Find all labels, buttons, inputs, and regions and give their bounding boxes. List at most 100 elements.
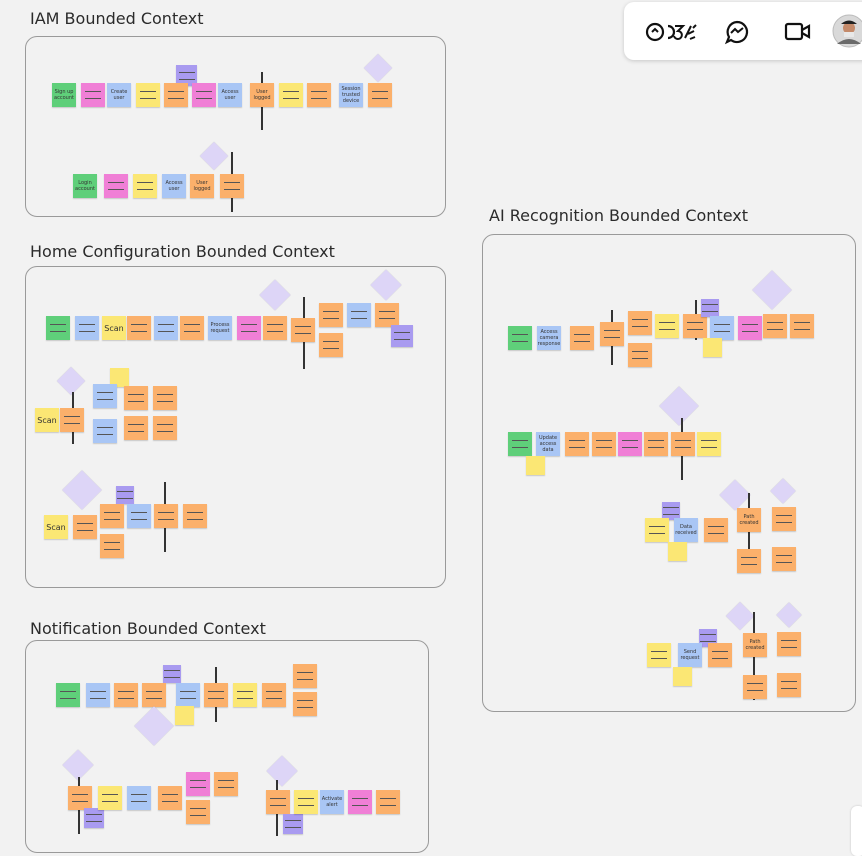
sticky-note[interactable]: [263, 316, 287, 340]
sticky-note[interactable]: [127, 786, 151, 810]
sticky-note[interactable]: [592, 432, 616, 456]
sticky-note[interactable]: [192, 83, 216, 107]
sticky-note[interactable]: [186, 800, 210, 824]
sticky-note[interactable]: [127, 504, 151, 528]
sticky-note[interactable]: Access user: [218, 83, 242, 107]
sticky-note[interactable]: [98, 786, 122, 810]
sticky-note[interactable]: [60, 408, 84, 432]
sticky-note[interactable]: [180, 316, 204, 340]
sticky-note[interactable]: [237, 316, 261, 340]
sticky-note[interactable]: [708, 643, 732, 667]
sticky-note[interactable]: [570, 326, 594, 350]
sticky-note[interactable]: [348, 790, 372, 814]
sticky-note[interactable]: [710, 316, 734, 340]
sticky-note[interactable]: [114, 683, 138, 707]
canvas-scroll-handle[interactable]: [851, 806, 862, 856]
sticky-note[interactable]: [391, 325, 413, 347]
sticky-note[interactable]: [671, 432, 695, 456]
sticky-note[interactable]: [763, 314, 787, 338]
sticky-note[interactable]: [737, 549, 761, 573]
sticky-note[interactable]: [673, 667, 692, 686]
sticky-note[interactable]: [772, 507, 796, 531]
sticky-note[interactable]: [214, 772, 238, 796]
sticky-note[interactable]: [683, 314, 707, 338]
sticky-note[interactable]: Activate alert: [320, 790, 344, 814]
sticky-note[interactable]: Path created: [743, 633, 767, 657]
sticky-note[interactable]: [154, 504, 178, 528]
reactions-icon[interactable]: [644, 20, 702, 49]
sticky-note[interactable]: Scan: [102, 316, 126, 340]
messenger-icon[interactable]: [724, 19, 750, 50]
sticky-note[interactable]: [75, 316, 99, 340]
sticky-note[interactable]: [93, 384, 117, 408]
sticky-note[interactable]: [777, 632, 801, 656]
sticky-note[interactable]: [668, 542, 687, 561]
sticky-note[interactable]: [293, 692, 317, 716]
sticky-note[interactable]: [175, 706, 194, 725]
sticky-note[interactable]: [508, 326, 532, 350]
sticky-note[interactable]: [291, 318, 315, 342]
sticky-note[interactable]: [307, 83, 331, 107]
sticky-note[interactable]: [738, 316, 762, 340]
sticky-note[interactable]: Create user: [107, 83, 131, 107]
sticky-note[interactable]: Login account: [73, 174, 97, 198]
sticky-note[interactable]: Scan: [35, 408, 59, 432]
sticky-note[interactable]: [647, 643, 671, 667]
sticky-note[interactable]: [136, 83, 160, 107]
sticky-note[interactable]: [644, 432, 668, 456]
sticky-note[interactable]: Access user: [162, 174, 186, 198]
sticky-note[interactable]: Send request: [678, 643, 702, 667]
sticky-note[interactable]: [645, 518, 669, 542]
sticky-note[interactable]: [220, 174, 244, 198]
sticky-note[interactable]: [701, 299, 719, 317]
sticky-note[interactable]: [153, 416, 177, 440]
sticky-note[interactable]: [319, 303, 343, 327]
sticky-note[interactable]: [154, 316, 178, 340]
sticky-note[interactable]: [628, 343, 652, 367]
sticky-note[interactable]: [526, 456, 545, 475]
sticky-note[interactable]: [618, 432, 642, 456]
sticky-note[interactable]: [293, 664, 317, 688]
sticky-note[interactable]: User logged: [250, 83, 274, 107]
sticky-note[interactable]: [73, 515, 97, 539]
sticky-note[interactable]: [204, 683, 228, 707]
sticky-note[interactable]: [319, 333, 343, 357]
sticky-note[interactable]: [93, 419, 117, 443]
sticky-note[interactable]: [142, 683, 166, 707]
sticky-note[interactable]: [68, 786, 92, 810]
user-avatar[interactable]: [832, 14, 862, 53]
sticky-note[interactable]: [375, 303, 399, 327]
sticky-note[interactable]: [600, 322, 624, 346]
sticky-note[interactable]: [176, 683, 200, 707]
sticky-note[interactable]: [133, 174, 157, 198]
sticky-note[interactable]: Data received: [674, 518, 698, 542]
sticky-note[interactable]: [183, 504, 207, 528]
sticky-note[interactable]: Path created: [737, 508, 761, 532]
sticky-note[interactable]: [772, 547, 796, 571]
sticky-note[interactable]: [104, 174, 128, 198]
sticky-note[interactable]: [697, 432, 721, 456]
sticky-note[interactable]: [743, 675, 767, 699]
sticky-note[interactable]: [790, 314, 814, 338]
sticky-note[interactable]: [164, 83, 188, 107]
sticky-note[interactable]: [84, 808, 104, 828]
sticky-note[interactable]: [347, 303, 371, 327]
sticky-note[interactable]: [158, 786, 182, 810]
sticky-note[interactable]: [124, 416, 148, 440]
sticky-note[interactable]: Scan: [44, 515, 68, 539]
sticky-note[interactable]: [153, 386, 177, 410]
sticky-note[interactable]: Access camera response: [537, 326, 561, 350]
sticky-note[interactable]: [262, 683, 286, 707]
sticky-note[interactable]: Process request: [208, 316, 232, 340]
sticky-note[interactable]: [376, 790, 400, 814]
sticky-note[interactable]: [56, 683, 80, 707]
sticky-note[interactable]: [628, 311, 652, 335]
sticky-note[interactable]: Update access data: [536, 432, 560, 456]
sticky-note[interactable]: [368, 83, 392, 107]
sticky-note[interactable]: [777, 673, 801, 697]
sticky-note[interactable]: [655, 314, 679, 338]
sticky-note[interactable]: [116, 486, 134, 504]
sticky-note[interactable]: [46, 316, 70, 340]
sticky-note[interactable]: [86, 683, 110, 707]
sticky-note[interactable]: Session trusted device: [339, 83, 363, 107]
